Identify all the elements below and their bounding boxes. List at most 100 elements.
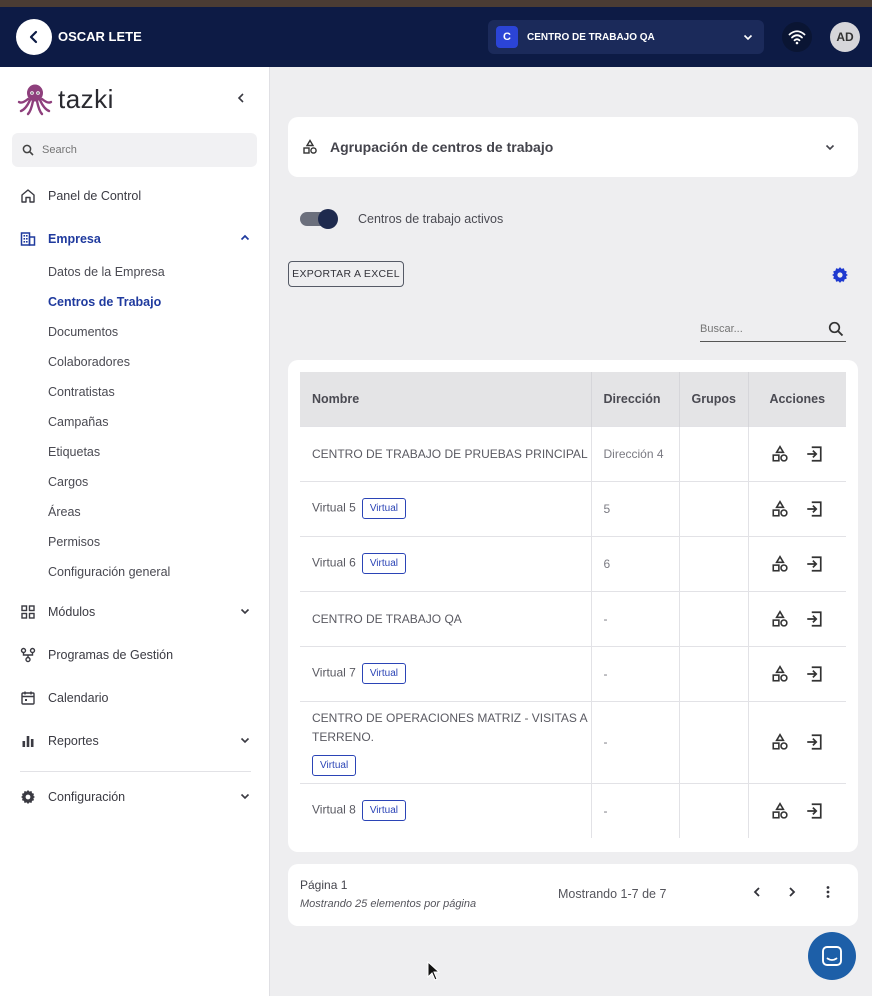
- active-centers-toggle[interactable]: [300, 209, 338, 229]
- table-search[interactable]: [700, 316, 846, 342]
- sidebar-subitem-colaboradores[interactable]: Colaboradores: [48, 355, 130, 369]
- cell-nombre: Virtual 7 Virtual: [300, 645, 592, 701]
- sidebar-item-configuracion[interactable]: Configuración: [20, 785, 255, 809]
- grouping-accordion[interactable]: Agrupación de centros de trabajo: [288, 117, 858, 177]
- enter-icon: [807, 555, 822, 572]
- cell-nombre: CENTRO DE TRABAJO QA: [300, 590, 592, 646]
- pointer-icon: [427, 960, 441, 981]
- chevron-down-icon: [825, 144, 835, 151]
- sidebar-item-reportes[interactable]: Reportes: [20, 729, 255, 753]
- assign-group-button[interactable]: [771, 609, 789, 628]
- table-row: Virtual 6 Virtual 6: [300, 535, 846, 591]
- back-button[interactable]: [16, 19, 52, 55]
- connection-button[interactable]: [782, 22, 812, 52]
- sidebar-subitem-centros-trabajo[interactable]: Centros de Trabajo: [48, 295, 161, 309]
- enter-center-button[interactable]: [805, 610, 823, 628]
- sidebar-subitem-etiquetas[interactable]: Etiquetas: [48, 445, 100, 459]
- sidebar-subitem-campanas[interactable]: Campañas: [48, 415, 108, 429]
- assign-group-button[interactable]: [771, 801, 789, 820]
- window-top-strip: [0, 0, 872, 7]
- cell-nombre: Virtual 6 Virtual: [300, 535, 592, 591]
- sidebar-item-label: Configuración: [48, 790, 126, 804]
- sidebar-search[interactable]: [12, 133, 257, 167]
- column-header-grupos[interactable]: Grupos: [679, 372, 749, 426]
- mouse-cursor: [427, 960, 441, 986]
- table-row: Virtual 7 Virtual -: [300, 645, 846, 701]
- cell-acciones: [748, 700, 846, 783]
- sidebar-subitem-configuracion-general[interactable]: Configuración general: [48, 565, 170, 579]
- chevron-down-icon: [743, 34, 753, 41]
- virtual-badge: Virtual: [361, 800, 406, 822]
- sidebar-subitem-documentos[interactable]: Documentos: [48, 325, 118, 339]
- enter-center-button[interactable]: [805, 500, 823, 518]
- more-vertical-icon: [826, 886, 830, 898]
- sidebar-subitem-areas[interactable]: Áreas: [48, 505, 81, 519]
- sidebar-subitem-permisos[interactable]: Permisos: [48, 535, 100, 549]
- enter-center-button[interactable]: [805, 445, 823, 463]
- previous-page-button[interactable]: [750, 885, 764, 904]
- cell-acciones: [748, 590, 846, 646]
- search-icon: [22, 144, 34, 156]
- sidebar-subitem-datos-empresa[interactable]: Datos de la Empresa: [48, 265, 165, 279]
- assign-group-button[interactable]: [771, 499, 789, 518]
- logo[interactable]: tazki: [16, 82, 114, 116]
- assign-group-button[interactable]: [771, 444, 789, 463]
- chat-icon: [822, 946, 842, 966]
- column-header-direccion[interactable]: Dirección: [591, 372, 680, 426]
- cell-direccion: 5: [591, 480, 680, 536]
- table-row: CENTRO DE TRABAJO QA -: [300, 590, 846, 646]
- sidebar-search-input[interactable]: [42, 144, 232, 156]
- row-name: Virtual 7: [312, 665, 356, 680]
- sidebar-subitem-cargos[interactable]: Cargos: [48, 475, 88, 489]
- table-search-input[interactable]: [700, 322, 820, 335]
- sidebar-item-programas-gestion[interactable]: Programas de Gestión: [20, 643, 255, 667]
- enter-center-button[interactable]: [805, 733, 823, 751]
- shapes-icon: [303, 139, 317, 154]
- next-page-button[interactable]: [785, 885, 799, 904]
- work-center-select[interactable]: C CENTRO DE TRABAJO QA: [488, 20, 764, 54]
- cell-grupos: [679, 700, 749, 783]
- pagination-bar: Página 1 Mostrando 25 elementos por pági…: [288, 864, 858, 926]
- table-settings-button[interactable]: [831, 266, 849, 289]
- collapse-sidebar-button[interactable]: [234, 91, 248, 110]
- cell-direccion: -: [591, 700, 680, 783]
- cell-grupos: [679, 645, 749, 701]
- work-centers-table: Nombre Dirección Grupos Acciones CENTRO …: [300, 372, 846, 838]
- cell-grupos: [679, 425, 749, 481]
- sidebar-item-panel-de-control[interactable]: Panel de Control: [20, 184, 255, 208]
- sidebar-item-label: Módulos: [48, 605, 96, 619]
- cell-direccion: -: [591, 590, 680, 646]
- enter-center-button[interactable]: [805, 802, 823, 820]
- row-name: Virtual 6: [312, 555, 356, 570]
- cell-direccion: -: [591, 645, 680, 701]
- cell-acciones: [748, 645, 846, 701]
- assign-group-button[interactable]: [771, 733, 789, 751]
- virtual-badge: Virtual: [312, 754, 357, 776]
- export-excel-button[interactable]: EXPORTAR A EXCEL: [288, 261, 404, 287]
- avatar[interactable]: AD: [830, 22, 860, 52]
- sidebar-item-modulos[interactable]: Módulos: [20, 600, 255, 624]
- assign-group-button[interactable]: [771, 664, 789, 683]
- virtual-badge: Virtual: [361, 663, 406, 684]
- more-options-button[interactable]: [821, 885, 835, 904]
- cell-direccion: 6: [591, 535, 680, 591]
- cell-acciones: [748, 425, 846, 481]
- sidebar-subitem-contratistas[interactable]: Contratistas: [48, 385, 115, 399]
- enter-center-button[interactable]: [805, 555, 823, 573]
- chevron-right-icon: [789, 887, 796, 897]
- flow-icon: [20, 647, 36, 663]
- assign-group-button[interactable]: [771, 554, 789, 573]
- chevron-up-icon: [240, 234, 250, 241]
- sidebar-item-calendario[interactable]: Calendario: [20, 686, 255, 710]
- column-header-nombre[interactable]: Nombre: [300, 372, 592, 426]
- enter-icon: [807, 610, 822, 627]
- center-name: CENTRO DE TRABAJO QA: [527, 31, 655, 43]
- octopus-logo-icon: [17, 84, 53, 116]
- chat-support-button[interactable]: [808, 932, 856, 980]
- cell-direccion: -: [591, 782, 680, 838]
- row-name: Virtual 8: [312, 802, 356, 817]
- enter-icon: [807, 734, 822, 750]
- enter-center-button[interactable]: [805, 665, 823, 683]
- sidebar-item-empresa[interactable]: Empresa: [20, 227, 255, 251]
- enter-icon: [807, 665, 822, 682]
